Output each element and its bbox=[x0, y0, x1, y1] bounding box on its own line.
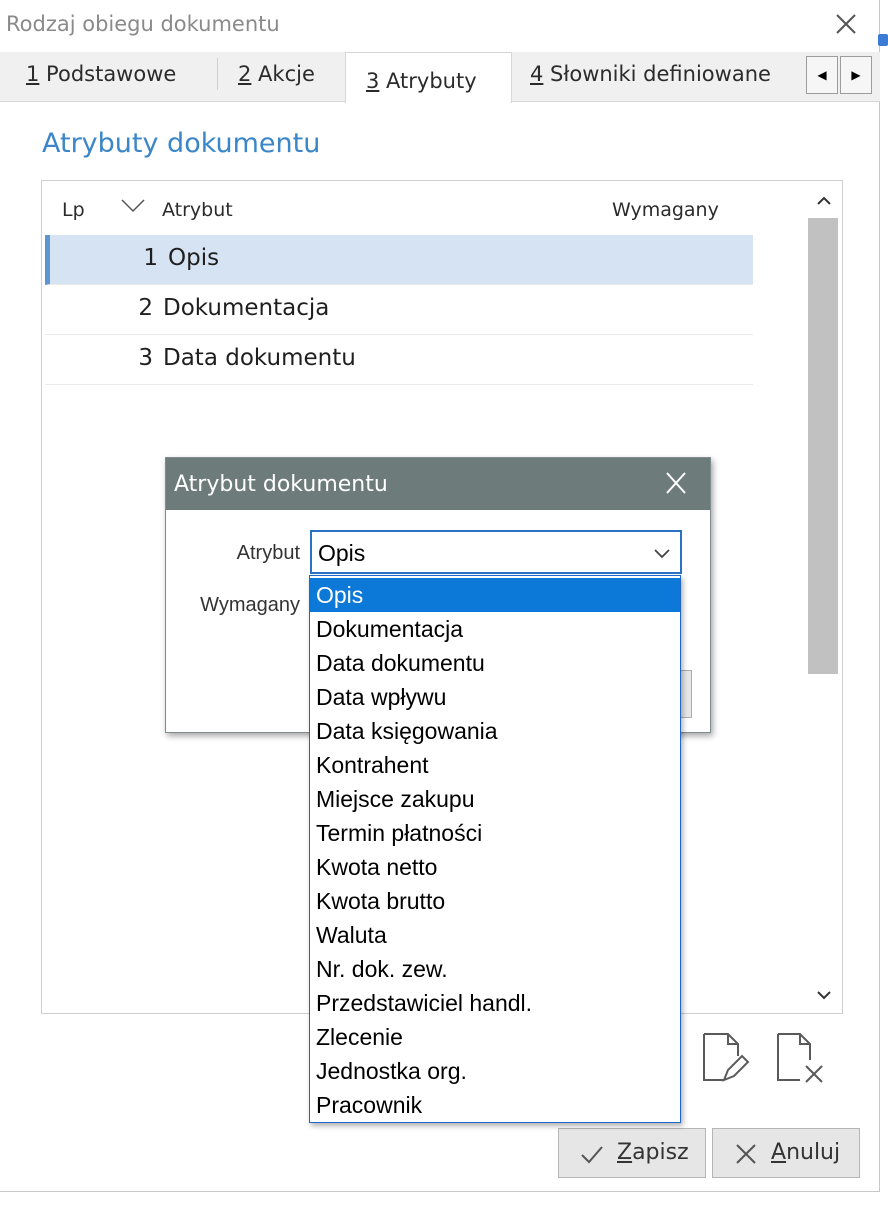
row-attribute: Data dokumentu bbox=[163, 345, 356, 371]
tab-podstawowe[interactable]: 1 Podstawowe bbox=[6, 52, 176, 96]
dropdown-option[interactable]: Data dokumentu bbox=[310, 646, 680, 680]
x-icon bbox=[736, 1144, 756, 1164]
dropdown-option[interactable]: Nr. dok. zew. bbox=[310, 952, 680, 986]
dropdown-option[interactable]: Kwota brutto bbox=[310, 884, 680, 918]
dropdown-option[interactable]: Jednostka org. bbox=[310, 1054, 680, 1088]
tab-akcje[interactable]: 2 Akcje bbox=[218, 52, 315, 96]
dialog-title: Atrybut dokumentu bbox=[174, 472, 388, 497]
tab-scroll-left-button[interactable]: ◀ bbox=[806, 56, 838, 94]
close-icon[interactable] bbox=[658, 468, 694, 498]
edit-document-icon[interactable] bbox=[698, 1030, 754, 1086]
dropdown-option[interactable]: Opis bbox=[310, 578, 680, 612]
dropdown-option[interactable]: Pracownik bbox=[310, 1088, 680, 1122]
tab-slowniki[interactable]: 4 Słowniki definiowane bbox=[510, 52, 771, 96]
table-row[interactable]: 3 Data dokumentu bbox=[45, 335, 753, 385]
cancel-button[interactable]: Anuluj bbox=[712, 1128, 860, 1178]
tab-strip: 1 Podstawowe 2 Akcje 3 Atrybuty 4 Słowni… bbox=[0, 52, 880, 103]
dropdown-option[interactable]: Kwota netto bbox=[310, 850, 680, 884]
column-header-atrybut[interactable]: Atrybut bbox=[162, 199, 233, 221]
row-attribute: Dokumentacja bbox=[163, 295, 330, 321]
dropdown-option[interactable]: Przedstawiciel handl. bbox=[310, 986, 680, 1020]
attribute-select[interactable]: Opis bbox=[310, 530, 682, 574]
required-label: Wymagany bbox=[200, 594, 300, 616]
tab-atrybuty[interactable]: 3 Atrybuty bbox=[345, 52, 512, 103]
scrollbar-thumb[interactable] bbox=[808, 218, 838, 674]
table-row[interactable]: 1 Opis bbox=[45, 235, 753, 285]
scroll-up-icon[interactable] bbox=[806, 186, 842, 216]
check-icon bbox=[581, 1146, 603, 1164]
attribute-dropdown-list[interactable]: Opis Dokumentacja Data dokumentu Data wp… bbox=[309, 575, 681, 1123]
row-lp: 2 bbox=[138, 295, 153, 321]
background-window-fragment bbox=[878, 34, 888, 46]
row-lp: 1 bbox=[143, 245, 158, 271]
tab-scroll-right-button[interactable]: ▶ bbox=[840, 56, 872, 94]
chevron-down-icon[interactable] bbox=[652, 546, 672, 560]
row-attribute: Opis bbox=[168, 245, 220, 271]
window-title: Rodzaj obiegu dokumentu bbox=[6, 12, 280, 36]
dropdown-option[interactable]: Termin płatności bbox=[310, 816, 680, 850]
save-button[interactable]: Zapisz bbox=[558, 1128, 706, 1178]
sort-indicator-icon bbox=[121, 199, 145, 213]
row-lp: 3 bbox=[138, 345, 153, 371]
dialog-title-bar: Atrybut dokumentu bbox=[166, 458, 710, 510]
dropdown-option[interactable]: Kontrahent bbox=[310, 748, 680, 782]
dropdown-option[interactable]: Dokumentacja bbox=[310, 612, 680, 646]
dropdown-option[interactable]: Data księgowania bbox=[310, 714, 680, 748]
column-header-lp[interactable]: Lp bbox=[62, 199, 85, 221]
delete-document-icon[interactable] bbox=[772, 1030, 828, 1086]
table-row[interactable]: 2 Dokumentacja bbox=[45, 285, 753, 335]
dropdown-option[interactable]: Data wpływu bbox=[310, 680, 680, 714]
scroll-down-icon[interactable] bbox=[806, 980, 842, 1010]
vertical-scrollbar[interactable] bbox=[806, 182, 842, 1012]
dropdown-option[interactable]: Zlecenie bbox=[310, 1020, 680, 1054]
attribute-label: Atrybut bbox=[236, 542, 300, 564]
dropdown-option[interactable]: Waluta bbox=[310, 918, 680, 952]
column-header-wymagany[interactable]: Wymagany bbox=[612, 199, 719, 221]
section-title: Atrybuty dokumentu bbox=[42, 128, 321, 159]
attribute-select-value: Opis bbox=[318, 540, 366, 566]
dialog-button-partial[interactable] bbox=[680, 670, 692, 718]
close-icon[interactable] bbox=[830, 8, 862, 40]
dropdown-option[interactable]: Miejsce zakupu bbox=[310, 782, 680, 816]
